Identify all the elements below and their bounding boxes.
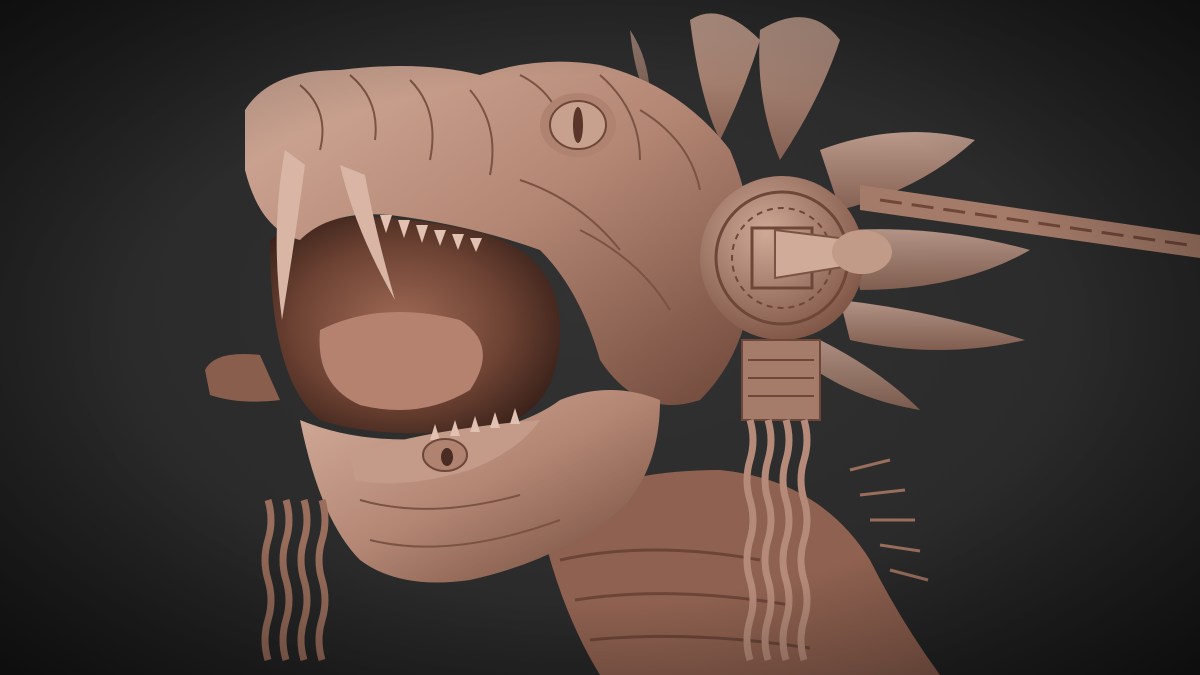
tongue [319, 312, 483, 410]
left-tassels [261, 498, 329, 662]
render-viewport [0, 0, 1200, 675]
back-stub [205, 354, 280, 402]
serpent-eye [540, 93, 616, 157]
serpent-sculpt [205, 13, 1200, 675]
